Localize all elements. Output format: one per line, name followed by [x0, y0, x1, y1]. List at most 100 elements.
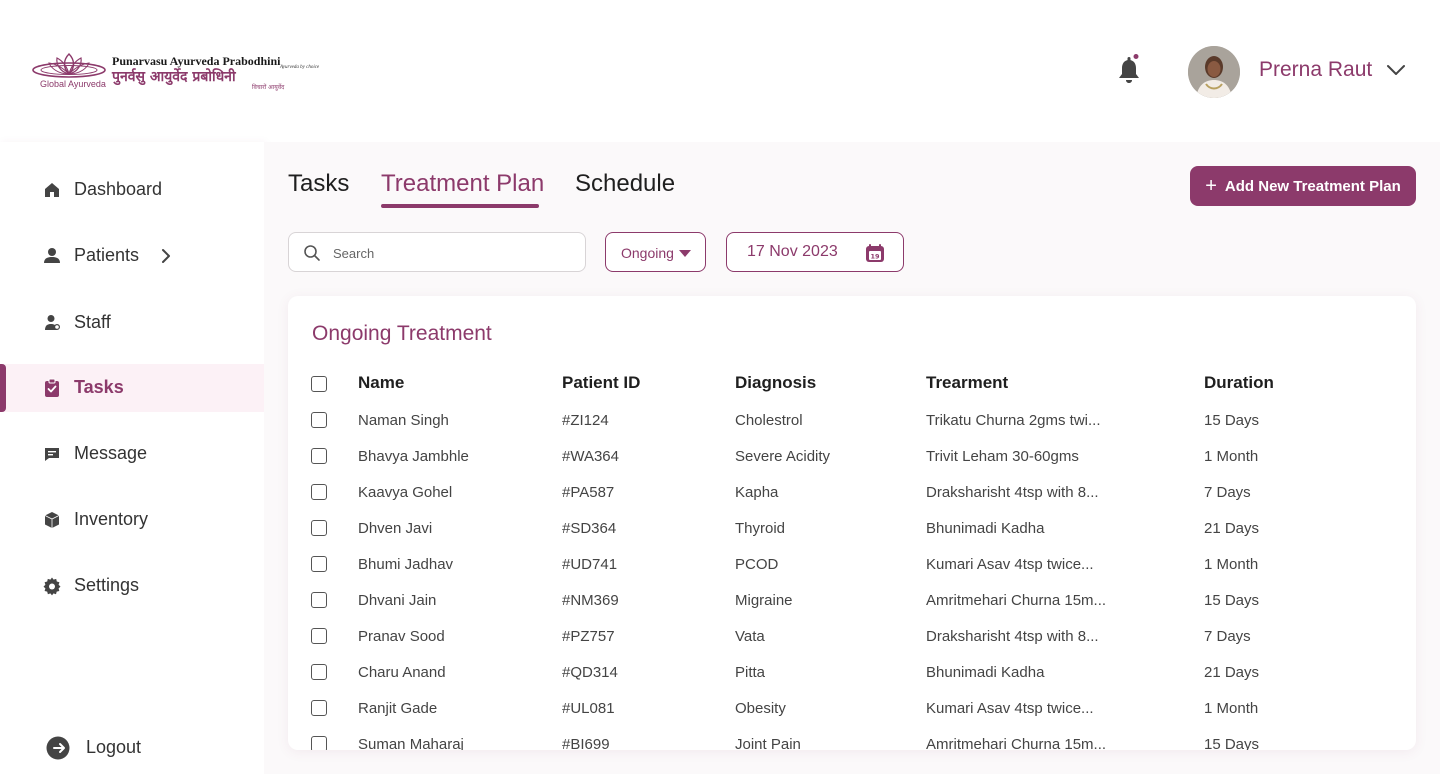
sidebar-item-label: Settings	[74, 575, 140, 595]
cell-patient-id: #SD364	[562, 520, 617, 537]
chevron-right-icon[interactable]	[158, 247, 174, 265]
date-value: 17 Nov 2023	[747, 243, 838, 260]
cell-patient-id: #NM369	[562, 592, 619, 609]
clipboard-check-icon	[45, 378, 59, 397]
row-checkbox[interactable]	[311, 736, 327, 750]
cell-diagnosis: Pitta	[735, 664, 766, 681]
column-header-duration[interactable]: Duration	[1204, 373, 1274, 393]
sidebar-item-message[interactable]: Message	[0, 430, 264, 478]
table-row[interactable]: Charu Anand #QD314 Pitta Bhunimadi Kadha…	[288, 656, 1416, 692]
cell-name: Bhavya Jambhle	[358, 448, 469, 465]
logo-mark-label: Global Ayurveda	[40, 79, 106, 89]
status-filter-dropdown[interactable]: Ongoing	[605, 232, 706, 272]
search-box[interactable]	[288, 232, 586, 272]
column-header-treatment[interactable]: Trearment	[926, 373, 1008, 393]
table-row[interactable]: Naman Singh #ZI124 Cholestrol Trikatu Ch…	[288, 404, 1416, 440]
logout-button[interactable]: Logout	[0, 724, 264, 772]
cell-treatment: Trivit Leham 30-60gms	[926, 448, 1079, 465]
calendar-icon[interactable]: 19	[865, 243, 885, 263]
staff-icon	[45, 315, 61, 331]
row-checkbox[interactable]	[311, 448, 327, 464]
row-checkbox[interactable]	[311, 700, 327, 716]
sidebar-item-tasks[interactable]: Tasks	[0, 364, 264, 412]
table-row[interactable]: Dhven Javi #SD364 Thyroid Bhunimadi Kadh…	[288, 512, 1416, 548]
table-row[interactable]: Bhumi Jadhav #UD741 PCOD Kumari Asav 4ts…	[288, 548, 1416, 584]
cell-name: Bhumi Jadhav	[358, 556, 454, 573]
notification-bell-icon[interactable]	[1116, 54, 1144, 86]
row-checkbox[interactable]	[311, 520, 327, 536]
sidebar-item-label: Patients	[74, 245, 140, 265]
cell-name: Suman Maharaj	[358, 736, 464, 750]
cell-patient-id: #ZI124	[562, 412, 609, 429]
sidebar-item-patients[interactable]: Patients	[0, 232, 264, 280]
search-icon	[304, 245, 320, 261]
cell-diagnosis: PCOD	[735, 556, 779, 573]
table-row[interactable]: Pranav Sood #PZ757 Vata Draksharisht 4ts…	[288, 620, 1416, 656]
row-checkbox[interactable]	[311, 484, 327, 500]
date-picker[interactable]: 17 Nov 2023 19	[726, 232, 904, 272]
brand-subtitle-hindi: विचारों आयुर्वेद	[252, 84, 285, 91]
table-row[interactable]: Bhavya Jambhle #WA364 Severe Acidity Tri…	[288, 440, 1416, 476]
chevron-down-icon[interactable]	[1386, 62, 1406, 78]
row-checkbox[interactable]	[311, 664, 327, 680]
tab-schedule[interactable]: Schedule	[575, 170, 675, 198]
cell-name: Charu Anand	[358, 664, 446, 681]
brand-tagline: Ayurveda by choice	[280, 65, 320, 70]
row-checkbox[interactable]	[311, 628, 327, 644]
status-filter-value: Ongoing	[621, 245, 674, 261]
cell-treatment: Draksharisht 4tsp with 8...	[926, 484, 1099, 501]
table-row[interactable]: Ranjit Gade #UL081 Obesity Kumari Asav 4…	[288, 692, 1416, 728]
cell-diagnosis: Cholestrol	[735, 412, 803, 429]
table-row[interactable]: Kaavya Gohel #PA587 Kapha Draksharisht 4…	[288, 476, 1416, 512]
active-tab-underline	[381, 204, 539, 208]
cell-name: Naman Singh	[358, 412, 449, 429]
active-indicator	[0, 364, 6, 412]
cell-patient-id: #BI699	[562, 736, 610, 750]
cell-duration: 21 Days	[1204, 664, 1260, 681]
cell-diagnosis: Obesity	[735, 700, 786, 717]
tab-treatment-plan[interactable]: Treatment Plan	[381, 170, 544, 198]
brand-name-hindi: पुनर्वसु आयुर्वेद प्रबोधिनी	[112, 69, 236, 85]
add-button-label: Add New Treatment Plan	[1224, 177, 1401, 195]
cell-duration: 15 Days	[1204, 592, 1260, 609]
sidebar-item-inventory[interactable]: Inventory	[0, 496, 264, 544]
brand-logo[interactable]: Global Ayurveda Punarvasu Ayurveda Prabo…	[32, 50, 319, 94]
main-content: Tasks Treatment Plan Schedule + Add New …	[264, 142, 1440, 774]
sidebar-item-staff[interactable]: Staff	[0, 299, 264, 347]
cell-name: Ranjit Gade	[358, 700, 438, 717]
select-all-checkbox[interactable]	[311, 376, 327, 392]
cell-duration: 7 Days	[1204, 484, 1251, 501]
row-checkbox[interactable]	[311, 556, 327, 572]
add-treatment-plan-button[interactable]: + Add New Treatment Plan	[1190, 166, 1416, 206]
home-icon	[45, 183, 59, 197]
user-avatar[interactable]	[1188, 46, 1240, 98]
user-name[interactable]: Prerna Raut	[1259, 58, 1372, 82]
row-checkbox[interactable]	[311, 592, 327, 608]
cell-duration: 7 Days	[1204, 628, 1251, 645]
sidebar-item-label: Dashboard	[74, 179, 163, 199]
cell-treatment: Amritmehari Churna 15m...	[926, 736, 1107, 750]
cell-treatment: Kumari Asav 4tsp twice...	[926, 700, 1094, 717]
avatar-portrait-icon	[1188, 46, 1240, 98]
cell-duration: 21 Days	[1204, 520, 1260, 537]
search-input[interactable]	[333, 242, 573, 264]
cell-patient-id: #PA587	[562, 484, 615, 501]
cell-treatment: Draksharisht 4tsp with 8...	[926, 628, 1099, 645]
sidebar-item-label: Tasks	[74, 377, 124, 397]
sidebar-item-label: Message	[74, 443, 148, 463]
person-icon	[44, 248, 60, 263]
tab-tasks[interactable]: Tasks	[288, 170, 349, 198]
column-header-diagnosis[interactable]: Diagnosis	[735, 373, 816, 393]
logout-label: Logout	[86, 737, 142, 757]
row-checkbox[interactable]	[311, 412, 327, 428]
table-row[interactable]: Dhvani Jain #NM369 Migraine Amritmehari …	[288, 584, 1416, 620]
cell-duration: 1 Month	[1204, 448, 1259, 465]
column-header-patient-id[interactable]: Patient ID	[562, 373, 640, 393]
sidebar-item-dashboard[interactable]: Dashboard	[0, 166, 264, 214]
cell-name: Dhven Javi	[358, 520, 433, 537]
table-title: Ongoing Treatment	[312, 322, 492, 345]
cell-patient-id: #UD741	[562, 556, 618, 573]
column-header-name[interactable]: Name	[358, 373, 404, 393]
sidebar-item-settings[interactable]: Settings	[0, 562, 264, 610]
table-row[interactable]: Suman Maharaj #BI699 Joint Pain Amritmeh…	[288, 728, 1416, 750]
